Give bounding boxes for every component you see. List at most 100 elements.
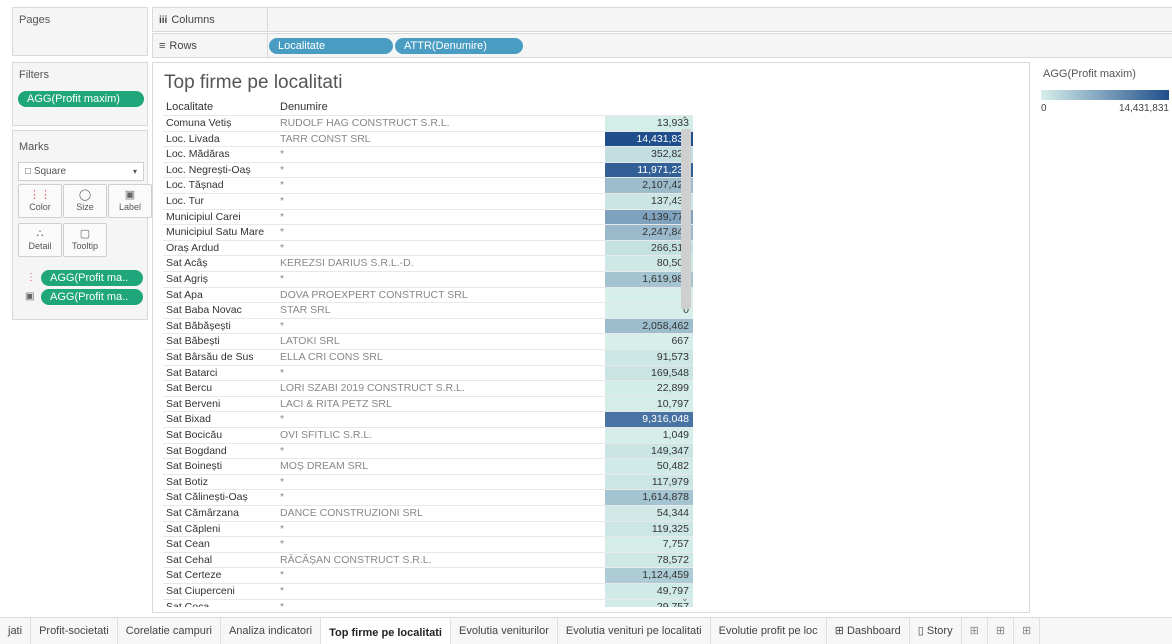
rows-pill-localitate[interactable]: Localitate	[269, 38, 393, 54]
cell-denumire: *	[280, 241, 285, 254]
tooltip-icon: ▢	[79, 228, 91, 240]
table-row[interactable]: Municipiul Carei * 4,139,776	[163, 208, 693, 226]
cell-localitate: Sat Bercu	[166, 382, 213, 395]
rows-shelf[interactable]: ≡ Rows Localitate ATTR(Denumire)	[152, 33, 1172, 58]
detail-icon: ∴	[36, 228, 44, 240]
tooltip-button[interactable]: ▢ Tooltip	[63, 223, 107, 257]
table-row[interactable]: Sat Batarci * 169,548	[163, 364, 693, 382]
size-button[interactable]: ◯ Size	[63, 184, 107, 218]
table-row[interactable]: Municipiul Satu Mare * 2,247,844	[163, 224, 693, 241]
sheet-tab[interactable]: Top firme pe localitati	[321, 617, 451, 644]
scroll-down-icon[interactable]: ⌄	[681, 593, 689, 604]
legend-gradient[interactable]	[1041, 90, 1169, 100]
cell-denumire: STAR SRL	[280, 304, 331, 317]
new-sheet-icon[interactable]: ⊞	[962, 617, 988, 644]
tableau-workspace: Pages iii Columns ≡ Rows Localitate ATTR…	[0, 0, 1172, 644]
table-row[interactable]: Sat Bogdand * 149,347	[163, 442, 693, 460]
sheet-tab[interactable]: Evolutie profit pe loc	[711, 617, 827, 644]
cell-localitate: Sat Botiz	[166, 475, 209, 488]
sheet-tab[interactable]: jati	[0, 617, 32, 644]
cell-denumire: *	[280, 366, 285, 379]
sheet-tab-label: Evolutia veniturilor	[459, 624, 549, 637]
table-row[interactable]: Sat ApaDOVA PROEXPERT CONSTRUCT SRL0	[163, 286, 693, 304]
cell-denumire: *	[280, 491, 285, 504]
table-row[interactable]: Sat Călinești-Oaș * 1,614,878	[163, 489, 693, 506]
table-row[interactable]: Loc. Negrești-Oaș * 11,971,233	[163, 161, 693, 179]
table-row[interactable]: Sat Boinești MOȘ DREAM SRL 50,482	[163, 458, 693, 475]
cell-localitate: Sat Boinești	[166, 460, 223, 473]
rows-pill-denumire[interactable]: ATTR(Denumire)	[395, 38, 523, 54]
table-row[interactable]: Sat Cehal RĂCĂȘAN CONSTRUCT S.R.L. 78,572	[163, 551, 693, 569]
table-row[interactable]: Oraș Ardud * 266,514	[163, 239, 693, 257]
table-row[interactable]: Sat Bocicău OVI SFITLIC S.R.L. 1,049	[163, 427, 693, 444]
cell-localitate: Sat Bocicău	[166, 429, 223, 441]
table-row[interactable]: Sat Certeze * 1,124,459	[163, 567, 693, 584]
dashboard-icon: ⊞	[834, 624, 847, 637]
header-localitate: Localitate	[166, 101, 214, 113]
cell-denumire: ELLA CRI CONS SRL	[280, 351, 383, 363]
label-button[interactable]: ▣ Label	[108, 184, 152, 218]
scrollbar-thumb[interactable]	[681, 129, 691, 309]
header-denumire: Denumire	[280, 101, 328, 113]
chevron-down-icon: ▾	[132, 167, 137, 176]
new-story-icon[interactable]: ⊞	[1014, 617, 1041, 644]
table-row[interactable]: Sat Bârsău de Sus ELLA CRI CONS SRL 91,573	[163, 349, 693, 366]
cell-localitate: Comuna Vetiș	[166, 117, 232, 129]
table-row[interactable]: Loc. Livada TARR CONST SRL 14,431,831	[163, 130, 693, 148]
cell-localitate: Sat Bogdand	[166, 444, 227, 457]
cell-localitate: Sat Coca	[166, 600, 210, 607]
cell-localitate: Sat Agriș	[166, 273, 209, 285]
marks-color-pill[interactable]: AGG(Profit ma..	[41, 270, 143, 286]
sheet-tab[interactable]: ⊞ Dashboard	[827, 617, 910, 644]
table-row[interactable]: Sat Baba Novac STAR SRL 0	[163, 302, 693, 319]
vertical-scrollbar[interactable]: ⌃ ⌄	[679, 115, 693, 613]
sheet-tab-label: Top firme pe localitati	[329, 626, 442, 639]
cell-denumire: TARR CONST SRL	[280, 132, 371, 145]
table-row[interactable]: Sat Ciuperceni * 49,797	[163, 583, 693, 600]
table-row[interactable]: Sat Berveni LACI & RITA PETZ SRL 10,797	[163, 395, 693, 413]
table-row[interactable]: Sat Bixad * 9,316,048	[163, 411, 693, 428]
sheet-tab[interactable]: Analiza indicatori	[221, 617, 322, 644]
cell-localitate: Sat Cămârzana	[166, 507, 239, 519]
table-row[interactable]: Sat Botiz * 117,979	[163, 473, 693, 491]
cell-denumire: *	[280, 163, 285, 176]
columns-shelf[interactable]: iii Columns	[152, 7, 1172, 32]
color-button[interactable]: ⋮⋮ Color	[18, 184, 62, 218]
table-row[interactable]: Sat Acâș KEREZSI DARIUS S.R.L.-D. 80,503	[163, 255, 693, 272]
marks-label-pill[interactable]: AGG(Profit ma..	[41, 289, 143, 305]
scroll-up-icon[interactable]: ⌃	[681, 115, 689, 126]
sheet-tab[interactable]: Corelatie campuri	[118, 617, 221, 644]
table-row[interactable]: Sat Coca * 29,757	[163, 598, 693, 607]
cell-denumire: LORI SZABI 2019 CONSTRUCT S.R.L.	[280, 382, 465, 395]
sheet-tab[interactable]: ▯ Story	[910, 617, 962, 644]
cell-denumire: *	[280, 273, 285, 285]
new-dashboard-icon[interactable]: ⊞	[988, 617, 1015, 644]
cell-denumire: *	[280, 179, 285, 192]
legend-title: AGG(Profit maxim)	[1043, 68, 1136, 80]
cell-denumire: LATOKI SRL	[280, 335, 340, 348]
table-row[interactable]: Sat Căpleni * 119,325	[163, 520, 693, 538]
table-row[interactable]: Sat Bercu LORI SZABI 2019 CONSTRUCT S.R.L…	[163, 380, 693, 397]
table-row[interactable]: Loc. Mădăras * 352,823	[163, 146, 693, 163]
table-row[interactable]: Loc. Tur * 137,430	[163, 193, 693, 210]
table-row[interactable]: Sat Cean * 7,757	[163, 536, 693, 553]
table-row[interactable]: Sat Băbești LATOKI SRL 667	[163, 333, 693, 350]
table-row[interactable]: Loc. Tășnad * 2,107,423	[163, 177, 693, 194]
cell-denumire: MOȘ DREAM SRL	[280, 460, 369, 473]
sheet-tab[interactable]: Evolutia venituri pe localitati	[558, 617, 711, 644]
table-row[interactable]: Sat Băbășești * 2,058,462	[163, 317, 693, 335]
sheet-tab[interactable]: Profit-societati	[31, 617, 118, 644]
mark-type-dropdown[interactable]: □ Square ▾	[18, 162, 144, 181]
sheet-tab-label: Evolutie profit pe loc	[718, 624, 818, 637]
rows-label: Rows	[169, 40, 197, 52]
filter-pill-profit[interactable]: AGG(Profit maxim)	[18, 91, 144, 107]
cell-denumire: *	[280, 569, 285, 582]
sheet-tab[interactable]: Evolutia veniturilor	[451, 617, 558, 644]
detail-button[interactable]: ∴ Detail	[18, 223, 62, 257]
table-row[interactable]: Comuna Vetiș RUDOLF HAG CONSTRUCT S.R.L. 1…	[163, 115, 693, 132]
table-row[interactable]: Sat Agriș * 1,619,980	[163, 271, 693, 288]
legend-max: 14,431,831	[1118, 103, 1169, 114]
data-table[interactable]: Comuna Vetiș RUDOLF HAG CONSTRUCT S.R.L. 1…	[163, 115, 693, 607]
table-row[interactable]: Sat Cămârzana DANCE CONSTRUZIONI SRL 54,34…	[163, 505, 693, 522]
filters-panel: Filters AGG(Profit maxim)	[12, 62, 148, 126]
